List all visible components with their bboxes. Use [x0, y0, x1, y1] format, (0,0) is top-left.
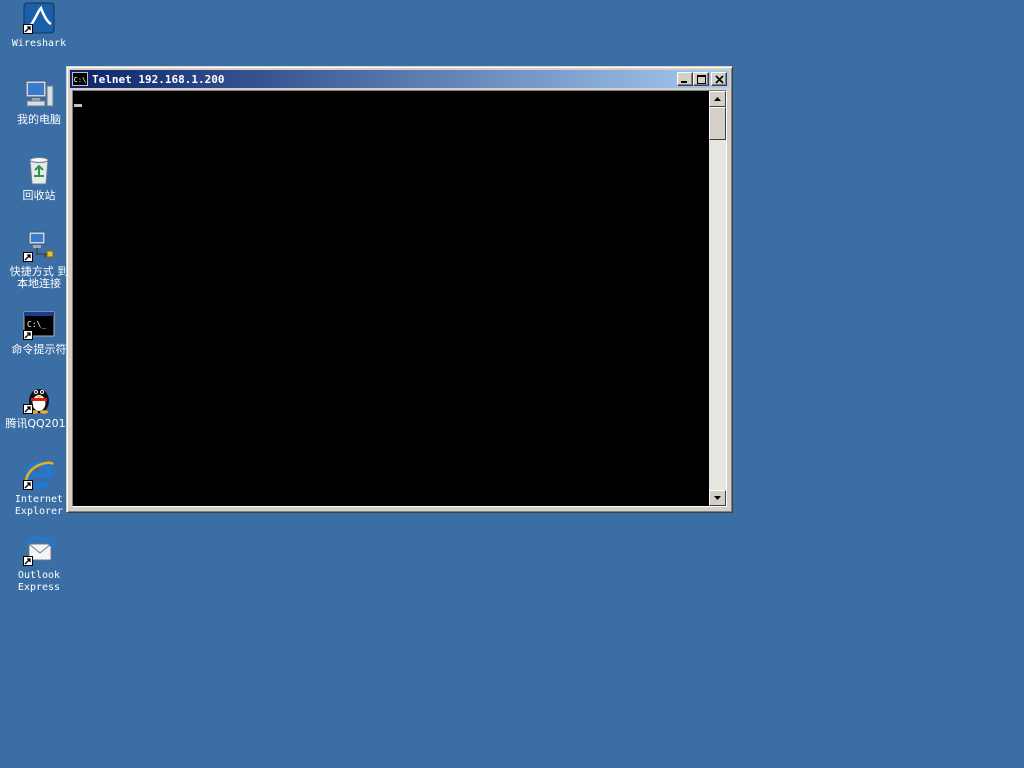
scroll-up-button[interactable] [709, 91, 726, 107]
shortcut-arrow-icon [23, 330, 33, 340]
window-title-bar[interactable]: C:\ Telnet 192.168.1.200 [70, 70, 729, 88]
minimize-icon [681, 81, 687, 83]
arrow-down-icon [714, 496, 721, 500]
shortcut-arrow-icon [23, 252, 33, 262]
vertical-scrollbar[interactable] [709, 91, 726, 506]
maximize-icon [697, 75, 706, 84]
command-prompt-icon: C:\_ [23, 308, 55, 340]
arrow-up-icon [714, 97, 721, 101]
my-computer-icon [23, 78, 55, 110]
shortcut-arrow-icon [23, 24, 33, 34]
window-title: Telnet 192.168.1.200 [92, 72, 225, 86]
desktop-icon-wireshark[interactable]: Wireshark [1, 2, 77, 50]
internet-explorer-icon [23, 458, 55, 490]
scroll-down-button[interactable] [709, 490, 726, 506]
desktop-icon-outlook-express[interactable]: Outlook Express [1, 534, 77, 594]
desktop-icon-label: Outlook Express [17, 570, 61, 593]
svg-text:C:\_: C:\_ [27, 320, 46, 329]
close-icon [715, 75, 724, 84]
scrollbar-thumb[interactable] [709, 107, 726, 140]
shortcut-arrow-icon [23, 480, 33, 490]
text-cursor [74, 104, 82, 107]
wireshark-icon [23, 2, 55, 34]
qq-penguin-icon [23, 382, 55, 414]
shortcut-arrow-icon [23, 404, 33, 414]
desktop-icon-label: Wireshark [11, 38, 67, 49]
network-connection-icon [23, 230, 55, 262]
close-button[interactable] [711, 72, 727, 86]
outlook-express-icon [23, 534, 55, 566]
telnet-window[interactable]: C:\ Telnet 192.168.1.200 [66, 66, 733, 513]
recycle-bin-icon [23, 154, 55, 186]
minimize-button[interactable] [677, 72, 693, 86]
window-controls [677, 72, 727, 86]
console-output[interactable] [73, 91, 709, 506]
console-frame [72, 90, 727, 507]
maximize-button[interactable] [693, 72, 709, 86]
command-prompt-icon[interactable]: C:\ [72, 72, 88, 86]
shortcut-arrow-icon [23, 556, 33, 566]
